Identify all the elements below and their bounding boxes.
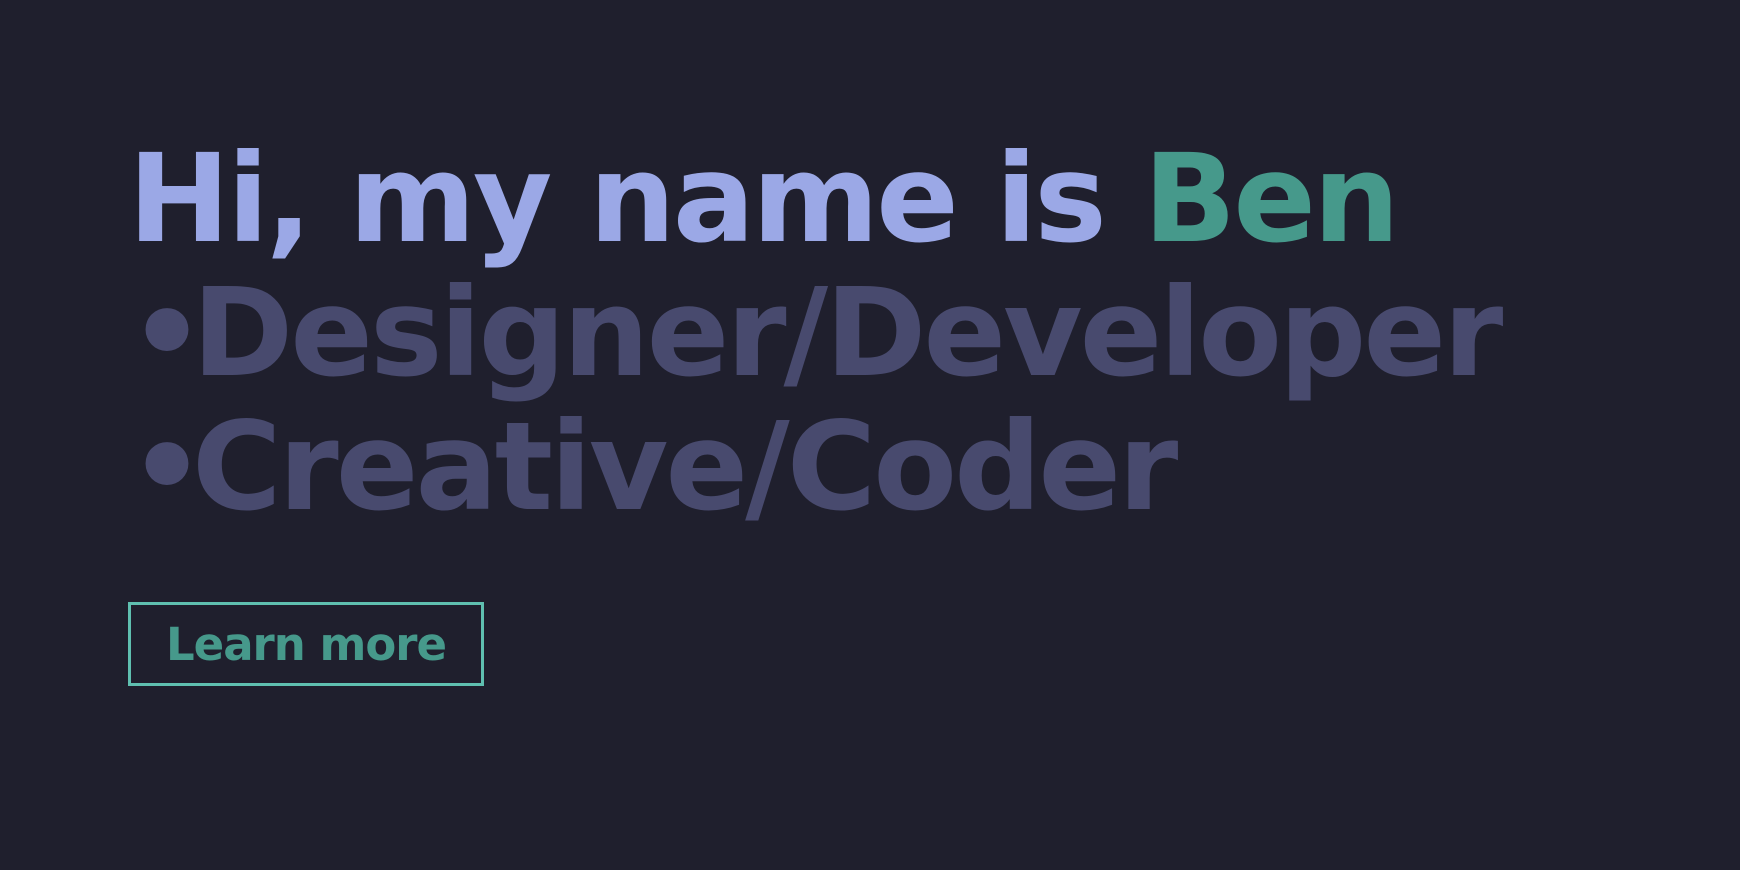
greeting-text: Hi, my name is (128, 128, 1144, 270)
learn-more-button[interactable]: Learn more (128, 602, 484, 686)
role-label: Designer/Developer (192, 262, 1503, 404)
intro-heading: Hi, my name is Ben (128, 132, 1688, 266)
bullet-icon: • (128, 262, 206, 404)
bullet-icon: • (128, 396, 206, 538)
name-highlight: Ben (1143, 128, 1400, 270)
role-line-designer-developer: •Designer/Developer (128, 266, 1688, 400)
role-line-creative-coder: •Creative/Coder (128, 400, 1688, 534)
hero-section: Hi, my name is Ben •Designer/Developer •… (128, 132, 1688, 534)
role-label: Creative/Coder (192, 396, 1178, 538)
